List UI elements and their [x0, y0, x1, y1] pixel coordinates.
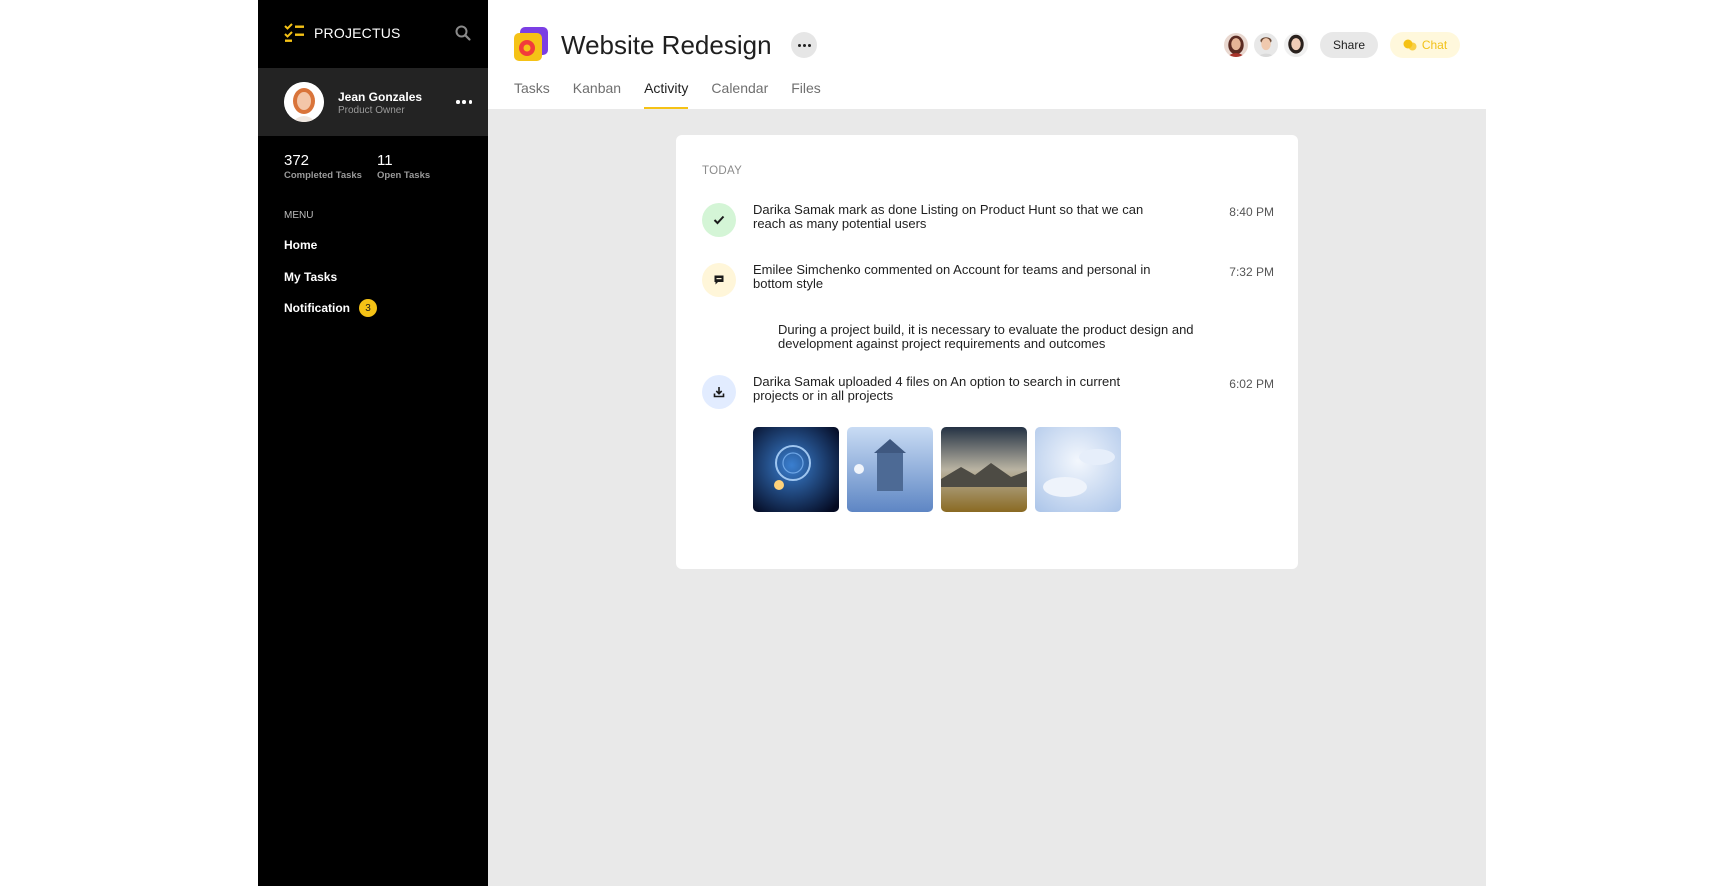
check-icon — [702, 203, 736, 237]
menu-title: MENU — [284, 210, 314, 221]
brand[interactable]: PROJECTUS — [284, 22, 401, 44]
tab-files[interactable]: Files — [791, 80, 821, 109]
member-avatars — [1222, 31, 1312, 59]
chat-button[interactable]: Chat — [1390, 32, 1460, 58]
file-thumbnail[interactable] — [941, 427, 1027, 512]
avatar[interactable] — [1252, 31, 1280, 59]
activity-text: Darika Samak uploaded 4 files on An opti… — [753, 374, 1121, 403]
activity-time: 7:32 PM — [1229, 265, 1274, 279]
profile-name: Jean Gonzales — [338, 90, 423, 104]
comment-icon — [702, 263, 736, 297]
file-thumbnail[interactable] — [847, 427, 933, 512]
brand-logo-icon — [284, 23, 304, 42]
avatar[interactable] — [284, 82, 324, 122]
search-icon[interactable] — [454, 24, 472, 42]
avatar[interactable] — [1222, 31, 1250, 59]
menu-item-label: Notification — [284, 301, 350, 315]
activity-text: Darika Samak mark as done Listing on Pro… — [753, 202, 1144, 231]
notification-badge: 3 — [359, 299, 377, 317]
project-header: Website Redesign Share Chat Tasks Kanban… — [488, 0, 1486, 109]
share-button[interactable]: Share — [1320, 32, 1378, 58]
main-area: Website Redesign Share Chat Tasks Kanban… — [488, 0, 1486, 886]
tab-kanban[interactable]: Kanban — [573, 80, 621, 109]
file-thumbnail[interactable] — [753, 427, 839, 512]
project-more-icon[interactable] — [791, 32, 817, 58]
project-logo-icon — [514, 27, 548, 61]
chat-label: Chat — [1421, 38, 1448, 52]
sidebar: PROJECTUS Jean Gonzales Product Owner 37… — [258, 0, 488, 886]
tab-calendar[interactable]: Calendar — [711, 80, 768, 109]
activity-time: 6:02 PM — [1229, 377, 1274, 391]
comment-quote: During a project build, it is necessary … — [778, 322, 1194, 351]
profile-more-icon[interactable] — [456, 95, 472, 109]
page-title: Website Redesign — [561, 30, 772, 60]
activity-text: Emilee Simchenko commented on Account fo… — [753, 262, 1151, 291]
tab-tasks[interactable]: Tasks — [514, 80, 550, 109]
menu-item-label: My Tasks — [284, 270, 338, 284]
activity-time: 8:40 PM — [1229, 205, 1274, 219]
profile-card: Jean Gonzales Product Owner — [258, 68, 488, 136]
profile-role: Product Owner — [338, 105, 405, 116]
stat-value: 11 — [377, 152, 393, 169]
stat-completed-tasks: 372 Completed Tasks — [284, 152, 362, 181]
menu-item-notification[interactable]: Notification 3 — [284, 299, 377, 317]
brand-name: PROJECTUS — [314, 25, 401, 41]
menu-item-label: Home — [284, 238, 318, 252]
stat-open-tasks: 11 Open Tasks — [377, 152, 430, 181]
activity-card: TODAY Darika Samak mark as done Listing … — [676, 135, 1298, 569]
avatar[interactable] — [1282, 31, 1310, 59]
menu-item-home[interactable]: Home — [284, 238, 317, 252]
chat-icon — [1403, 39, 1417, 51]
stat-label: Completed Tasks — [284, 170, 362, 181]
project-tabs: Tasks Kanban Activity Calendar Files — [514, 80, 844, 109]
file-thumbnails — [753, 427, 1129, 512]
tab-activity[interactable]: Activity — [644, 80, 689, 109]
file-thumbnail[interactable] — [1035, 427, 1121, 512]
day-label: TODAY — [702, 165, 743, 177]
download-icon — [702, 375, 736, 409]
menu-item-my-tasks[interactable]: My Tasks — [284, 270, 337, 284]
stat-value: 372 — [284, 152, 310, 169]
stat-label: Open Tasks — [377, 170, 431, 181]
